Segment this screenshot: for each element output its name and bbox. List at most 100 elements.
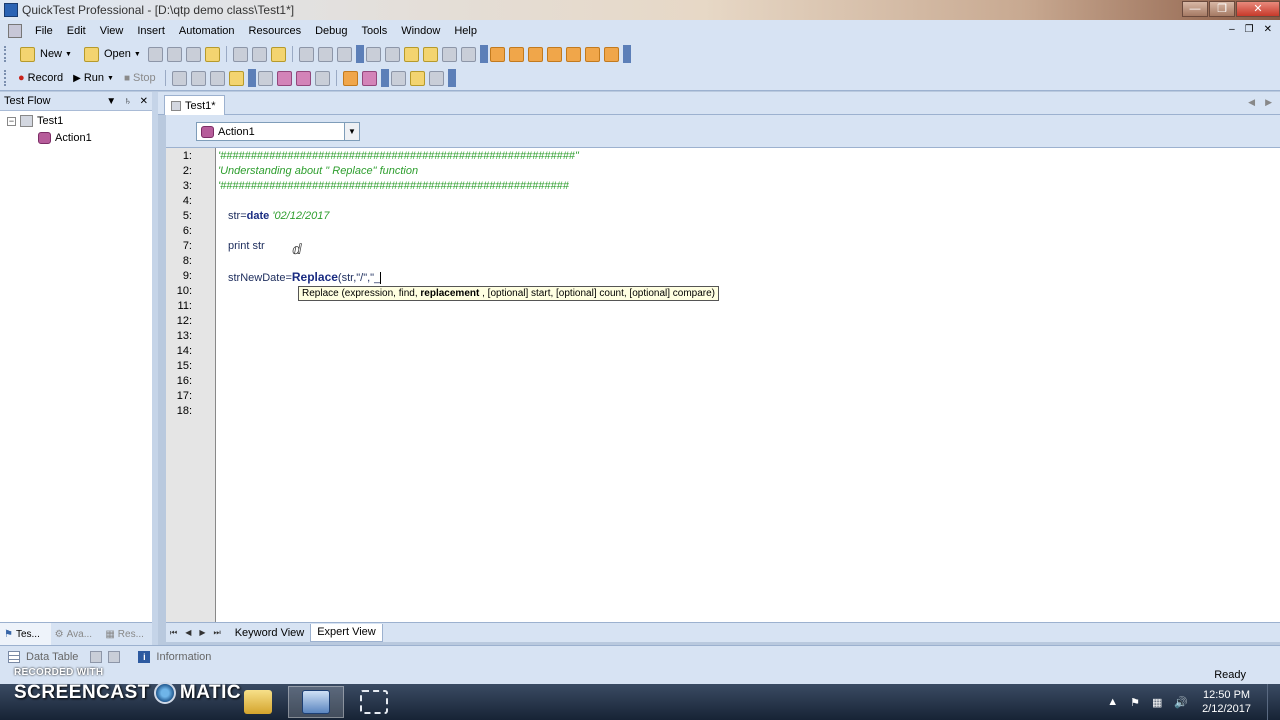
document-menu-icon[interactable] bbox=[8, 24, 22, 38]
open-button[interactable]: Open ▼ bbox=[77, 44, 146, 64]
taskbar-quicktest[interactable] bbox=[288, 686, 344, 718]
maximize-button[interactable]: ❐ bbox=[1209, 1, 1235, 17]
tab-test1[interactable]: Test1* bbox=[164, 95, 225, 115]
network-icon[interactable]: ▦ bbox=[1152, 696, 1162, 709]
breakpoint-icon[interactable] bbox=[314, 70, 330, 86]
pane-close-icon[interactable]: ✕ bbox=[140, 96, 148, 107]
toolbar-overflow[interactable] bbox=[380, 69, 389, 87]
test-flow-icon[interactable] bbox=[489, 46, 505, 62]
menu-window[interactable]: Window bbox=[394, 25, 447, 37]
tab-available-keywords[interactable]: ⚙ Ava... bbox=[51, 623, 102, 645]
available-keywords-icon[interactable] bbox=[527, 46, 543, 62]
tab-expert-view[interactable]: Expert View bbox=[310, 623, 383, 642]
object-repository-icon[interactable] bbox=[317, 46, 333, 62]
print-icon[interactable] bbox=[185, 46, 201, 62]
output-value-icon[interactable] bbox=[257, 70, 273, 86]
clear-icon[interactable] bbox=[204, 46, 220, 62]
uncomment-icon[interactable] bbox=[422, 46, 438, 62]
mdi-close-icon[interactable]: ✕ bbox=[1264, 24, 1272, 35]
paste-icon[interactable] bbox=[270, 46, 286, 62]
last-tab-icon[interactable]: ⏭ bbox=[214, 628, 221, 638]
mdi-restore-icon[interactable]: ❐ bbox=[1245, 24, 1254, 35]
menu-view[interactable]: View bbox=[93, 25, 131, 37]
indent-icon[interactable] bbox=[428, 70, 444, 86]
insert-checkpoint-icon[interactable] bbox=[228, 70, 244, 86]
tab-scroll-left-icon[interactable]: ◀ bbox=[1248, 97, 1255, 108]
toolbar-overflow[interactable] bbox=[247, 69, 256, 87]
menu-resources[interactable]: Resources bbox=[242, 25, 309, 37]
tree-item-test1[interactable]: − Test1 bbox=[7, 115, 63, 127]
menu-file[interactable]: File bbox=[28, 25, 60, 37]
tools-icon[interactable] bbox=[342, 70, 358, 86]
action-dropdown[interactable]: Action1 ▼ bbox=[196, 122, 360, 141]
toolbar-grip[interactable] bbox=[4, 46, 9, 62]
expert-view-editor[interactable]: 1: 2: 3: 4: 5: 6: 7: 8: 9: 10: 11: 12: 1… bbox=[166, 147, 1280, 623]
comment-block-icon[interactable] bbox=[409, 70, 425, 86]
active-screen-icon[interactable] bbox=[565, 46, 581, 62]
font-icon[interactable] bbox=[460, 46, 476, 62]
settings-pane-button[interactable] bbox=[86, 650, 124, 663]
undo-icon[interactable] bbox=[365, 46, 381, 62]
qtp-app-icon[interactable] bbox=[4, 3, 18, 17]
tab-resources[interactable]: ▦ Res... bbox=[101, 623, 152, 645]
menu-automation[interactable]: Automation bbox=[172, 25, 242, 37]
toolbar-overflow[interactable] bbox=[447, 69, 456, 87]
step-into-icon[interactable] bbox=[171, 70, 187, 86]
find-icon[interactable] bbox=[336, 46, 352, 62]
redo-icon[interactable] bbox=[384, 46, 400, 62]
chevron-down-icon[interactable]: ▼ bbox=[344, 123, 359, 140]
data-table-icon[interactable] bbox=[546, 46, 562, 62]
step-generator-icon[interactable] bbox=[276, 70, 292, 86]
pin-icon[interactable]: ♄ bbox=[124, 96, 132, 107]
save-all-icon[interactable] bbox=[166, 46, 182, 62]
mdi-minimize-icon[interactable]: – bbox=[1229, 24, 1235, 35]
pane-menu-icon[interactable]: ▼ bbox=[106, 96, 116, 107]
tab-test-flow[interactable]: ⚑ Tes... bbox=[0, 623, 51, 645]
volume-icon[interactable]: 🔊 bbox=[1174, 696, 1188, 709]
cut-icon[interactable] bbox=[232, 46, 248, 62]
taskbar-clock[interactable]: 12:50 PM 2/12/2017 bbox=[1202, 688, 1251, 716]
find-replace-icon[interactable] bbox=[441, 46, 457, 62]
minimize-button[interactable]: — bbox=[1182, 1, 1208, 17]
menu-tools[interactable]: Tools bbox=[355, 25, 395, 37]
tab-scroll-right-icon[interactable]: ▶ bbox=[1265, 97, 1272, 108]
stop-button[interactable]: ■ Stop bbox=[119, 68, 161, 88]
close-button[interactable]: ✕ bbox=[1236, 1, 1280, 17]
menu-debug[interactable]: Debug bbox=[308, 25, 354, 37]
menu-insert[interactable]: Insert bbox=[130, 25, 172, 37]
run-button[interactable]: ▶ Run ▼ bbox=[68, 68, 119, 88]
show-hidden-icons-icon[interactable]: ▲ bbox=[1107, 696, 1118, 708]
resources-icon[interactable] bbox=[508, 46, 524, 62]
missing-resources-icon[interactable] bbox=[603, 46, 619, 62]
function-icon[interactable] bbox=[295, 70, 311, 86]
data-table-pane-button[interactable]: Data Table bbox=[0, 650, 86, 663]
save-icon[interactable] bbox=[147, 46, 163, 62]
new-button[interactable]: New ▼ bbox=[13, 44, 77, 64]
menu-edit[interactable]: Edit bbox=[60, 25, 93, 37]
step-out-icon[interactable] bbox=[209, 70, 225, 86]
tab-keyword-view[interactable]: Keyword View bbox=[229, 624, 311, 641]
object-spy-icon[interactable] bbox=[361, 70, 377, 86]
action-center-icon[interactable]: ⚑ bbox=[1130, 696, 1140, 709]
toolbar-overflow[interactable] bbox=[355, 45, 364, 63]
copy-icon[interactable] bbox=[251, 46, 267, 62]
debug-viewer-icon[interactable] bbox=[584, 46, 600, 62]
step-over-icon[interactable] bbox=[190, 70, 206, 86]
prev-tab-icon[interactable]: ◀ bbox=[185, 628, 191, 638]
edit-icon[interactable] bbox=[298, 46, 314, 62]
show-desktop-button[interactable] bbox=[1267, 684, 1280, 720]
taskbar-explorer[interactable] bbox=[230, 686, 286, 718]
first-tab-icon[interactable]: ⏮ bbox=[170, 628, 177, 638]
toolbar-overflow[interactable] bbox=[622, 45, 631, 63]
menu-help[interactable]: Help bbox=[447, 25, 484, 37]
next-tab-icon[interactable]: ▶ bbox=[199, 628, 205, 638]
taskbar-snipping-tool[interactable] bbox=[346, 686, 402, 718]
comment-icon[interactable] bbox=[403, 46, 419, 62]
list-view-icon[interactable] bbox=[390, 70, 406, 86]
record-button[interactable]: ● Record bbox=[13, 68, 68, 88]
toolbar-grip[interactable] bbox=[4, 70, 9, 86]
collapse-icon[interactable]: − bbox=[7, 116, 16, 126]
toolbar-overflow[interactable] bbox=[479, 45, 488, 63]
information-pane-button[interactable]: i Information bbox=[130, 650, 219, 663]
tree-item-action1[interactable]: Action1 bbox=[38, 132, 92, 144]
